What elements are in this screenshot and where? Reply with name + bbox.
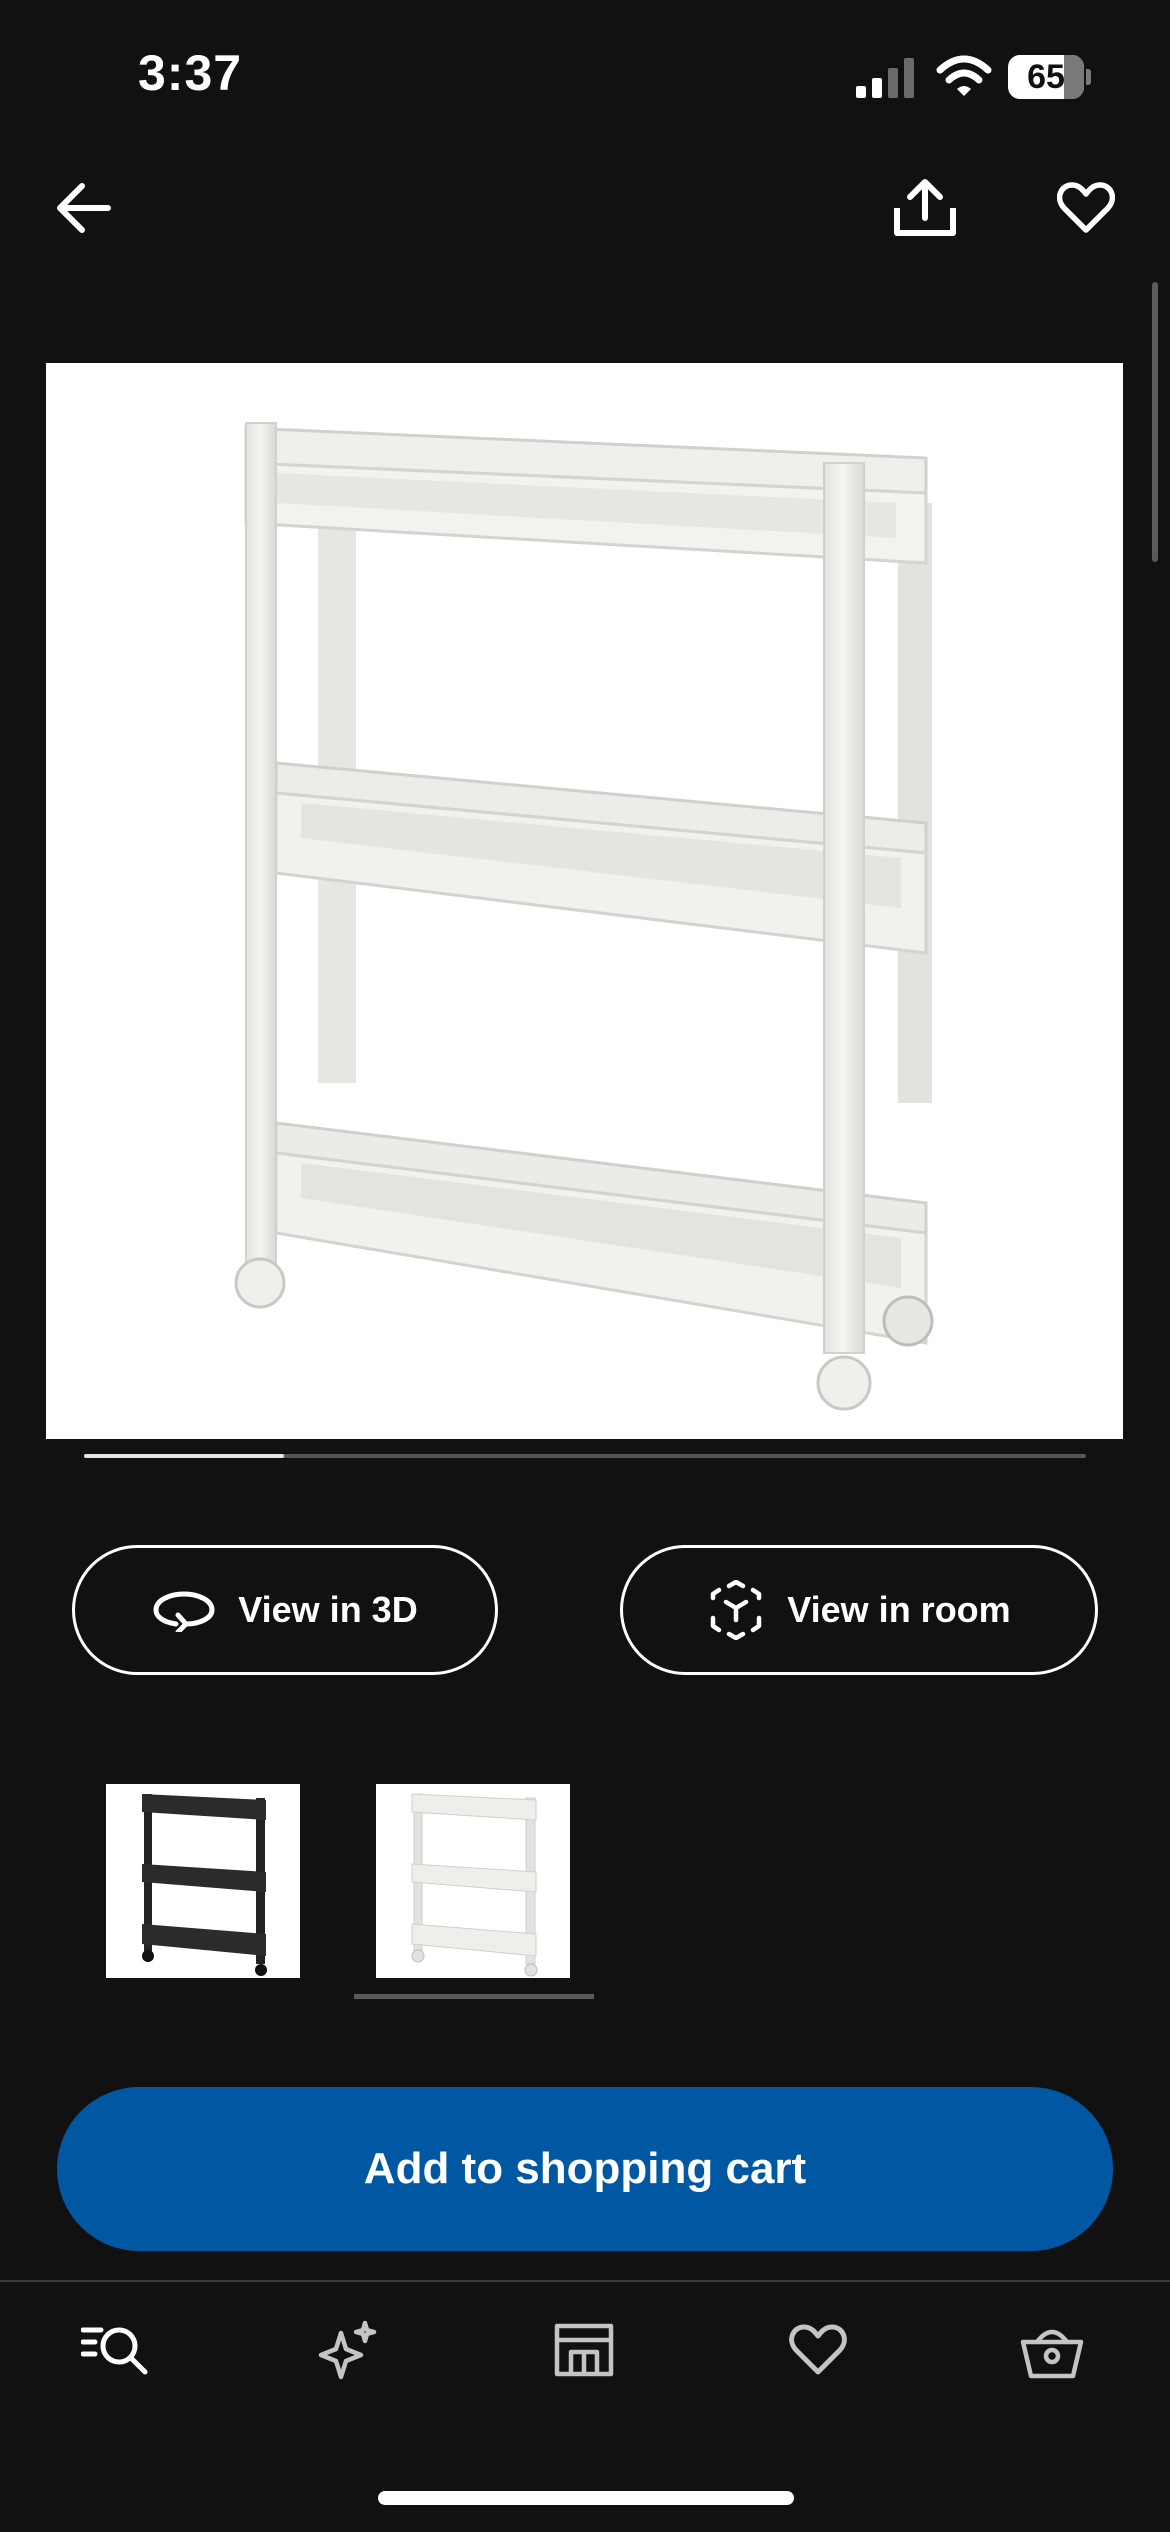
share-icon: [894, 179, 956, 236]
selected-variant-indicator: [354, 1994, 594, 1999]
view-in-3d-button[interactable]: View in 3D: [72, 1545, 498, 1675]
tab-inspiration[interactable]: [298, 2312, 398, 2388]
product-image[interactable]: [46, 363, 1123, 1439]
cellular-signal-icon: [856, 58, 914, 98]
favorite-button[interactable]: [1046, 172, 1126, 244]
carousel-progress: [84, 1454, 1086, 1458]
basket-icon: [1020, 2329, 1084, 2379]
heart-icon: [1057, 182, 1115, 233]
shelf-trolley-image: [234, 422, 934, 1411]
search-icon: [81, 2327, 148, 2375]
variant-thumbnail-black[interactable]: [106, 1784, 300, 1978]
view-in-room-button[interactable]: View in room: [620, 1545, 1098, 1675]
tab-favorites[interactable]: [768, 2312, 868, 2388]
carousel-progress-fill: [84, 1454, 285, 1458]
add-to-cart-label: Add to shopping cart: [363, 2144, 807, 2193]
tab-search[interactable]: [66, 2312, 166, 2388]
black-trolley-thumbnail: [142, 1794, 267, 1976]
view-in-3d-label: View in 3D: [238, 1589, 418, 1630]
rotate-3d-icon: [153, 1591, 215, 1632]
home-indicator[interactable]: [378, 2491, 794, 2505]
battery-level: 65: [1027, 58, 1065, 96]
variant-thumbnail-white[interactable]: [376, 1784, 570, 1978]
store-icon: [554, 2323, 614, 2377]
white-trolley-thumbnail: [411, 1793, 538, 1977]
view-in-room-label: View in room: [787, 1589, 1011, 1630]
battery-icon: 65: [1008, 55, 1091, 99]
tab-stores[interactable]: [534, 2312, 634, 2388]
back-arrow-icon: [57, 183, 111, 233]
add-to-cart-button[interactable]: Add to shopping cart: [57, 2087, 1113, 2251]
back-button[interactable]: [44, 172, 124, 244]
heart-icon: [789, 2324, 847, 2375]
ar-cube-icon: [711, 1580, 762, 1640]
wifi-icon: [936, 55, 992, 96]
page-scrollbar[interactable]: [1152, 282, 1158, 562]
status-time: 3:37: [138, 45, 243, 101]
tab-bar-divider: [0, 2280, 1170, 2282]
share-button[interactable]: [880, 166, 970, 250]
tab-cart[interactable]: [1002, 2312, 1102, 2388]
sparkle-icon: [318, 2320, 377, 2380]
